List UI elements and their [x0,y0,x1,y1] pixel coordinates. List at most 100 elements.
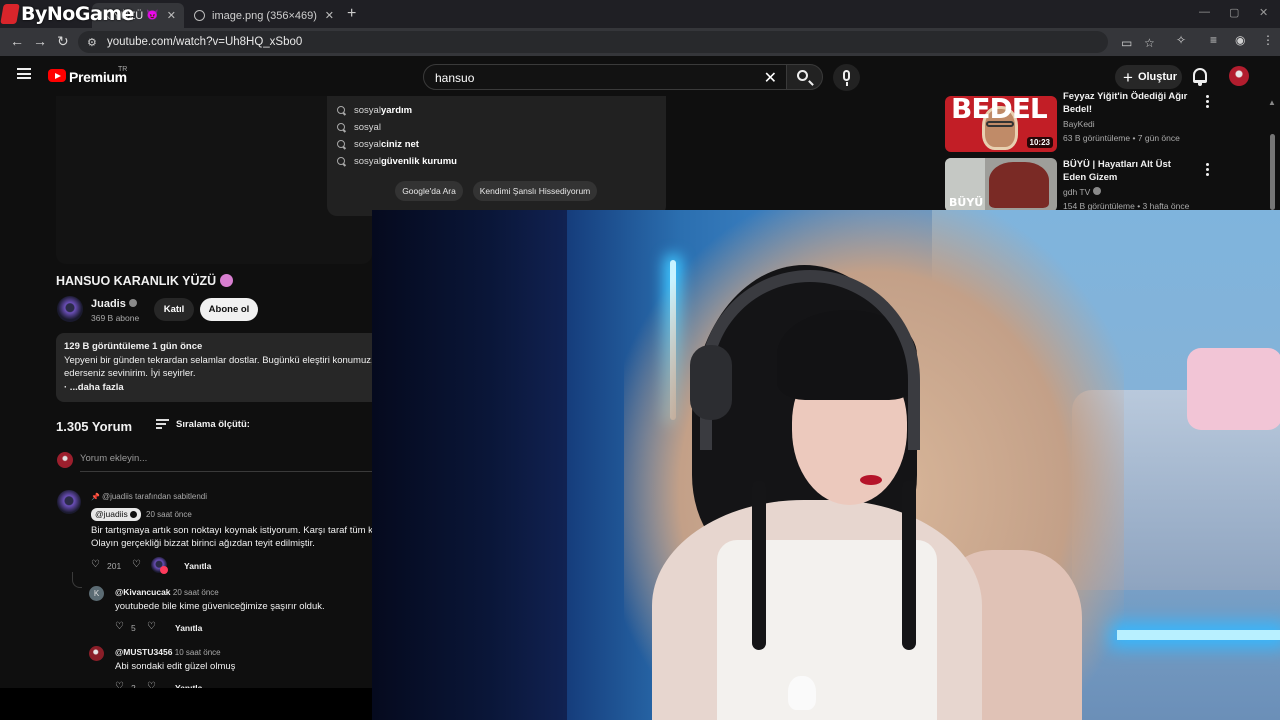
minimize-button[interactable]: — [1199,6,1210,18]
page-scrollbar[interactable] [1270,134,1275,210]
related-video-title[interactable]: Feyyaz Yiğit'in Ödediği Ağır Bedel! [1063,90,1193,116]
url-bar[interactable]: ⚙ youtube.com/watch?v=Uh8HQ_xSbo0 ▭ ☆ [78,31,1155,53]
comment-author[interactable]: @Kivancucak 20 saat önce [115,587,219,597]
show-more-link[interactable]: · ...daha fazla [64,381,372,395]
url-text[interactable]: youtube.com/watch?v=Uh8HQ_xSbo0 [107,36,302,48]
add-comment-input[interactable]: Yorum ekleyin... [80,453,147,464]
webcam-overlay [372,210,1280,720]
related-video-channel[interactable]: gdh TV [1063,187,1102,197]
more-options-icon[interactable] [1206,95,1209,110]
comment-text: Olayın gerçekliği bizzat birinci ağızdan… [91,538,315,549]
comment-author[interactable]: @juadiis [95,509,128,519]
comment-author[interactable]: @MUSTU3456 10 saat önce [115,647,221,657]
devil-emoji-icon: 😈 [146,10,159,21]
clear-search-icon[interactable]: ✕ [764,68,777,88]
feeling-lucky-button[interactable]: Kendimi Şanslı Hissediyorum [473,181,597,201]
channel-name[interactable]: Juadis [91,298,137,310]
suggestion-completion: yardım [380,104,413,116]
scroll-up-arrow-icon[interactable]: ▲ [1268,98,1276,107]
view-count-date: 129 B görüntüleme 1 gün önce [64,341,203,352]
commenter-avatar[interactable] [89,646,104,661]
verified-check-icon [129,510,137,518]
voice-search-button[interactable] [833,64,860,91]
suggestion-prefix: sosyal [354,121,381,133]
search-button[interactable] [786,64,823,90]
comment-author-name[interactable]: @Kivancucak [115,587,171,597]
account-avatar[interactable] [1229,66,1249,86]
description-box[interactable]: 129 B görüntüleme 1 gün önce Yepyeni bir… [56,333,372,402]
back-arrow-icon[interactable]: ← [10,33,24,49]
comment-time[interactable]: 20 saat önce [173,588,219,597]
reply-button[interactable]: Yanıtla [175,623,202,633]
comments-count: 1.305 Yorum [56,419,133,434]
dislike-icon[interactable]: ♡ [147,621,156,632]
reply-thread-line [72,572,82,588]
channel-avatar[interactable] [57,296,83,322]
tab-image-png[interactable]: image.png (356×469) ✕ [186,3,342,28]
dislike-icon[interactable]: ♡ [132,559,141,570]
channel-name-text[interactable]: gdh TV [1063,187,1090,197]
more-options-icon[interactable] [1206,163,1209,178]
profile-icon[interactable]: ◉ [1235,33,1245,47]
search-input[interactable]: hansuo ✕ [423,64,787,90]
suggestion-prefix: sosyal [354,138,381,150]
window-close-button[interactable]: ✕ [1259,6,1268,19]
related-video-thumbnail[interactable]: BEDEL 10:23 [945,96,1057,152]
comment-time[interactable]: 10 saat önce [175,648,221,657]
sort-icon[interactable] [156,419,169,431]
channel-name-text[interactable]: Juadis [91,298,126,310]
youtube-logo-icon[interactable] [48,69,66,82]
related-video-thumbnail[interactable]: BÜYÜ [945,158,1057,212]
tab-close-icon[interactable]: ✕ [325,9,334,22]
cast-icon[interactable]: ▭ [1121,36,1132,50]
thumbnail-text: BEDEL [951,96,1048,125]
subscriber-count: 369 B abone [91,313,140,323]
comment-time[interactable]: 20 saat önce [146,510,192,519]
notifications-bell-icon[interactable] [1193,68,1207,86]
google-search-button[interactable]: Google'da Ara [395,181,463,201]
dark-curtain [372,210,567,720]
tab-close-icon[interactable]: ✕ [167,9,176,22]
mascot-icon [788,676,816,710]
like-icon[interactable]: ♡ [115,621,124,632]
forward-arrow-icon[interactable]: → [33,33,47,49]
suggestion-item[interactable]: sosyal ciniz net [337,137,419,151]
suggestion-item[interactable]: sosyal yardım [337,103,412,117]
comment-text: Bir tartışmaya artık son noktayı koymak … [91,525,372,536]
join-button[interactable]: Katıl [154,298,194,321]
suggestion-prefix: sosyal [354,104,381,116]
new-tab-button[interactable]: + [347,5,356,23]
sort-button[interactable]: Sıralama ölçütü: [176,419,250,430]
comment-text: Abi sondaki edit güzel olmuş [115,661,236,672]
search-suggestions-dropdown: sosyal yardım sosyal sosyal ciniz net sos… [327,96,666,216]
extensions-icon[interactable]: ✧ [1176,33,1186,47]
related-video-title[interactable]: BÜYÜ | Hayatları Alt Üst Eden Gizem [1063,158,1193,184]
menu-icon[interactable] [17,68,31,79]
suggestion-item[interactable]: sosyal güvenlik kurumu [337,154,457,168]
reply-button[interactable]: Yanıtla [184,561,211,571]
site-settings-icon[interactable]: ⚙ [87,36,99,49]
verified-check-icon [1093,187,1102,195]
related-video-meta: 63 B görüntüleme • 7 gün önce [1063,133,1180,143]
browser-menu-icon[interactable]: ⋮ [1262,33,1274,47]
comment-author-name[interactable]: @MUSTU3456 [115,647,172,657]
suggestion-item[interactable]: sosyal [337,120,381,134]
commenter-avatar[interactable] [57,490,81,514]
maximize-button[interactable]: ▢ [1229,6,1239,19]
video-player[interactable] [56,96,372,264]
commenter-avatar[interactable]: K [89,586,104,601]
search-value: hansuo [435,71,475,85]
reading-list-icon[interactable]: ≡ [1210,33,1217,47]
like-icon[interactable]: ♡ [91,559,100,570]
search-icon [797,70,808,81]
neon-led-strip [1117,630,1280,640]
reload-icon[interactable]: ↻ [57,33,69,50]
bynogame-logo-icon [0,4,20,24]
watermark-logo-text: ByNoGame [21,3,134,25]
subscribe-button[interactable]: Abone ol [200,298,258,321]
bookmark-star-icon[interactable]: ☆ [1144,36,1155,50]
create-button[interactable]: + Oluştur [1115,65,1182,89]
comment-author-chip[interactable]: @juadiis [91,508,141,521]
related-video-channel[interactable]: BayKedi [1063,119,1095,129]
braid [752,480,766,650]
